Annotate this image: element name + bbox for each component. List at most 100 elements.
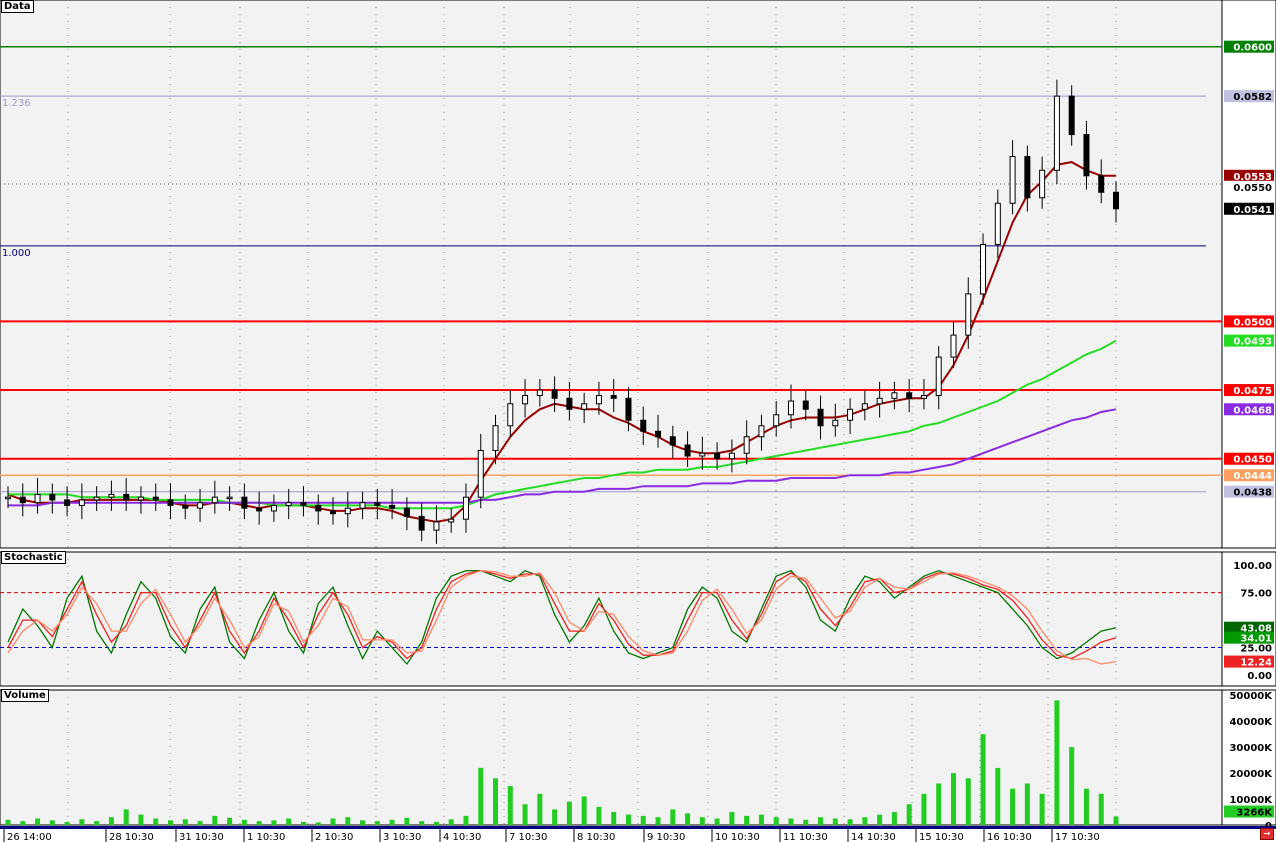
volume-bar [389,819,395,825]
volume-bar [153,818,159,825]
candle-body [492,425,499,451]
time-axis-label: 9 10:30 [647,832,685,842]
time-axis: 26 14:00 28 10:30 31 10:30 1 10:30 2 10:30 3 … [0,826,1276,842]
candle-body [389,504,396,509]
volume-bar [655,817,661,825]
stochastic-tick: 75.00 [1240,589,1272,600]
time-axis-label: 17 10:30 [1055,832,1100,842]
volume-bar [108,817,114,825]
time-axis-label: 11 10:30 [783,832,828,842]
volume-bar [788,818,794,825]
candle-body [137,496,144,501]
candle-body [832,419,839,427]
candle-body [1113,191,1119,210]
volume-pane-title: Volume [1,689,49,702]
volume-bar [862,817,868,825]
volume-bar [522,804,528,825]
candle-body [507,403,514,427]
candle-body [1098,175,1105,193]
volume-bar [773,817,779,825]
volume-bar [1069,747,1075,825]
candle-body [403,507,410,517]
volume-bar [182,819,188,825]
volume-bar [714,818,720,825]
volume-bar [818,817,824,825]
candle-body [123,493,130,501]
scroll-right-icon[interactable]: → [1260,828,1274,840]
volume-bar [79,819,85,825]
candle-body [1083,134,1090,177]
volume-tick: 10000K [1229,795,1273,806]
price-chart[interactable]: 1.2361.000 0.06000.05820.05530.05500.054… [0,0,1276,842]
price-pane-bg [0,0,1223,549]
volume-tick: 50000K [1229,691,1273,702]
price-pane-title: Data [1,0,34,13]
volume-bar [936,783,942,825]
candle-body [758,425,765,438]
candle-body [211,496,218,504]
volume-bar [286,818,292,825]
volume-bar [729,812,735,825]
price-axis-tag: 0.0450 [1233,455,1272,466]
candle-body [935,356,942,397]
volume-bar [463,815,469,825]
time-axis-label: 8 10:30 [577,832,615,842]
price-axis-tag: 0.0493 [1233,337,1272,348]
stochastic-value-tag: 34.01 [1240,634,1272,645]
candle-body [1039,169,1046,199]
volume-bar [581,796,587,825]
candle-body [743,436,750,454]
candle-body [108,493,115,498]
volume-bar [433,821,439,825]
volume-bar [300,821,306,825]
candle-body [270,504,277,512]
candle-body [477,449,484,498]
candle-body [625,397,632,421]
candle-body [19,496,26,504]
time-axis-label: 7 10:30 [509,832,547,842]
candle-body [78,499,85,506]
price-axis-bg [1221,0,1276,549]
candle-body [93,496,100,501]
volume-bar [493,778,499,825]
volume-bar [20,821,26,825]
candle-body [330,510,337,515]
fib-level-label: 1.236 [2,98,31,109]
time-axis-label: 31 10:30 [179,832,224,842]
candle-body [920,395,927,399]
candle-body [433,521,440,531]
candle-body [847,408,854,421]
volume-bar [1083,788,1089,825]
volume-bar [1010,788,1016,825]
volume-bar [1054,700,1060,825]
volume-bar [212,815,218,825]
candle-body [300,502,307,506]
candle-body [167,499,174,506]
candle-body [640,419,647,432]
candle-body [536,389,543,397]
candle-body [551,389,558,399]
candle-body [802,400,809,410]
stochastic-tick: 100.00 [1233,561,1272,572]
candle-body [581,403,588,410]
volume-bar [1039,793,1045,825]
candle-body [182,504,189,509]
candle-body [374,502,381,506]
volume-bar [965,778,971,825]
candle-body [418,515,425,531]
time-axis-strip [0,826,1276,829]
price-axis-tag: 0.0438 [1233,488,1272,499]
candle-body [876,397,883,405]
volume-bar [950,773,956,825]
candle-body [1053,95,1060,171]
time-axis-label: 2 10:30 [315,832,353,842]
candle-body [595,395,602,405]
volume-bar [227,817,233,825]
candle-body [315,504,322,512]
volume-bar [891,812,897,825]
candle-body [906,392,913,399]
time-axis-label: 1 10:30 [247,832,285,842]
volume-bar [507,786,513,825]
candle-body [34,493,41,504]
candle-body [152,496,159,501]
